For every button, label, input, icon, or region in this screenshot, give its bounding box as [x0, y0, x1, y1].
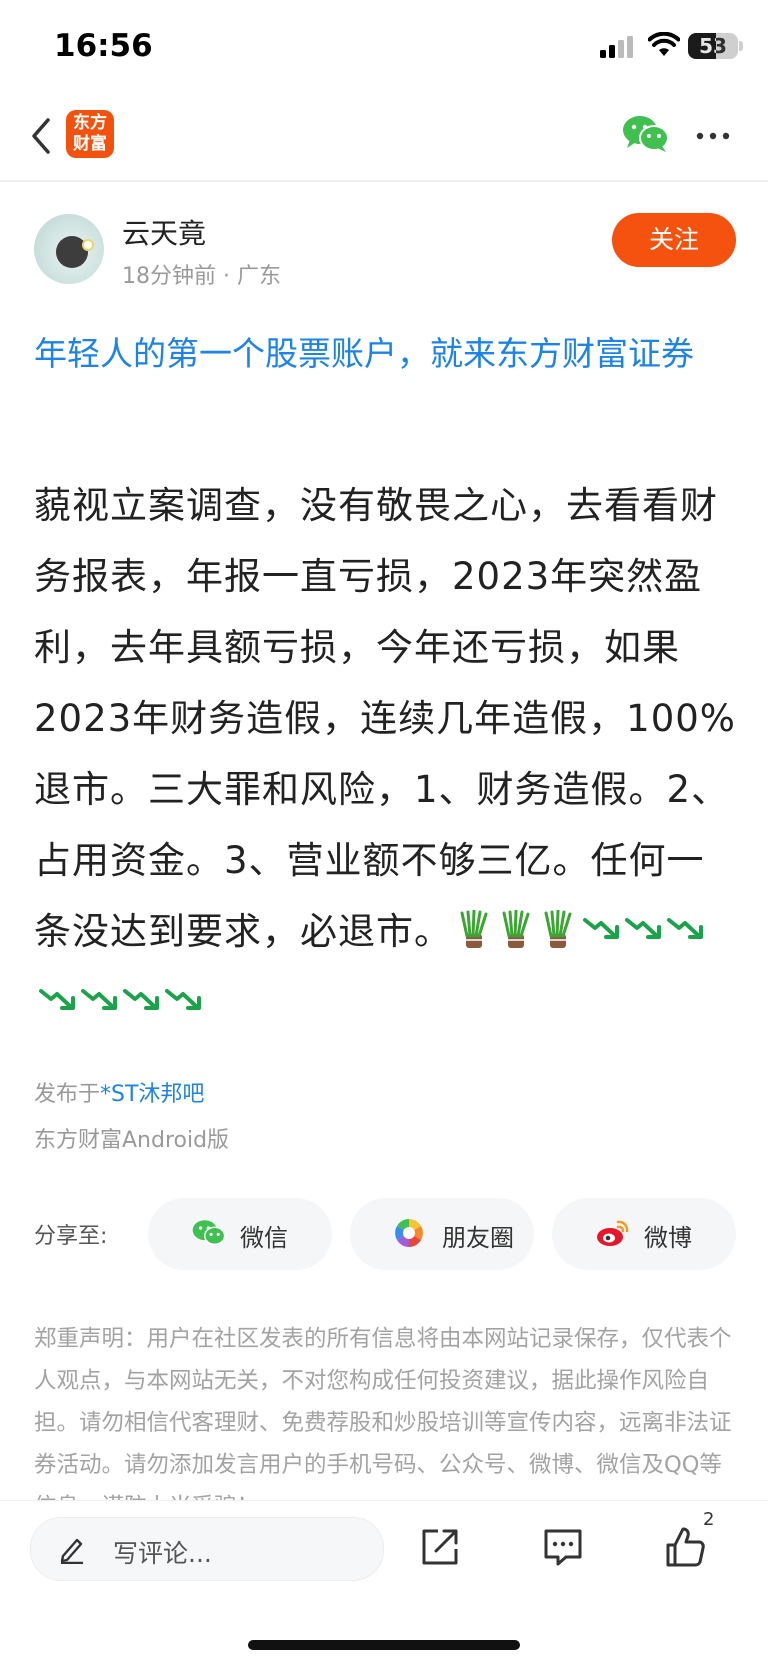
- pen-icon: [60, 1538, 83, 1564]
- author-name[interactable]: 云天竟: [122, 212, 206, 252]
- share-label: 分享至:: [34, 1224, 108, 1249]
- client-info: 东方财富Android版: [34, 1128, 230, 1153]
- leek-icon: [502, 910, 530, 948]
- share-wechat-label: 微信: [240, 1224, 288, 1252]
- signal-icon: [600, 36, 633, 58]
- like-count: 2: [703, 1509, 715, 1530]
- status-bar: 16:56 53: [0, 0, 768, 96]
- down-trend-icon: [81, 989, 117, 1010]
- battery-level: 53: [699, 34, 727, 58]
- posted-prefix: 发布于: [34, 1082, 101, 1107]
- share-weibo-label: 微博: [644, 1224, 692, 1252]
- down-trend-icon: [625, 918, 661, 939]
- wechat-icon[interactable]: [622, 114, 670, 154]
- post-body: 藐视立案调查，没有敬畏之心，去看看财务报表，年报一直亏损，2023年突然盈利，去…: [34, 470, 740, 1038]
- wifi-icon: [648, 32, 680, 56]
- posted-in: 发布于*ST沐邦吧: [34, 1076, 204, 1108]
- back-icon[interactable]: [26, 114, 56, 158]
- like-icon[interactable]: [664, 1525, 706, 1569]
- bar-link[interactable]: *ST沐邦吧: [100, 1082, 204, 1107]
- disclaimer: 郑重声明：用户在社区发表的所有信息将由本网站记录保存，仅代表个人观点，与本网站无…: [34, 1326, 732, 1500]
- share-wechat-button[interactable]: 微信: [148, 1198, 332, 1270]
- post-body-text: 藐视立案调查，没有敬畏之心，去看看财务报表，年报一直亏损，2023年突然盈利，去…: [34, 484, 736, 953]
- follow-button[interactable]: 关注: [612, 213, 736, 267]
- avatar[interactable]: [34, 214, 104, 284]
- leek-icon: [544, 910, 572, 948]
- share-moments-label: 朋友圈: [442, 1224, 514, 1252]
- comment-placeholder: 写评论...: [113, 1539, 212, 1568]
- share-weibo-button[interactable]: 微博: [552, 1198, 736, 1270]
- home-indicator: [248, 1640, 520, 1650]
- down-trend-icon: [165, 989, 201, 1010]
- top-nav: 东方 财富: [0, 96, 768, 182]
- comment-icon[interactable]: [542, 1527, 584, 1567]
- app-logo[interactable]: 东方 财富: [66, 110, 114, 158]
- share-moments-button[interactable]: 朋友圈: [350, 1198, 534, 1270]
- more-icon[interactable]: [696, 132, 730, 140]
- post-time-location: 18分钟前 · 广东: [122, 264, 281, 289]
- down-trend-icon: [667, 918, 703, 939]
- down-trend-icon: [39, 989, 75, 1010]
- down-trend-icon: [123, 989, 159, 1010]
- wechat-icon: [192, 1220, 226, 1246]
- share-icon[interactable]: [420, 1527, 460, 1567]
- ad-title-link[interactable]: 年轻人的第一个股票账户，就来东方财富证券: [34, 326, 736, 382]
- battery-icon: 53: [688, 33, 738, 59]
- leek-icon: [460, 910, 488, 948]
- status-time: 16:56: [54, 28, 153, 64]
- weibo-icon: [597, 1220, 629, 1246]
- comment-input[interactable]: 写评论...: [30, 1517, 384, 1581]
- down-trend-icon: [583, 918, 619, 939]
- moments-icon: [395, 1219, 423, 1247]
